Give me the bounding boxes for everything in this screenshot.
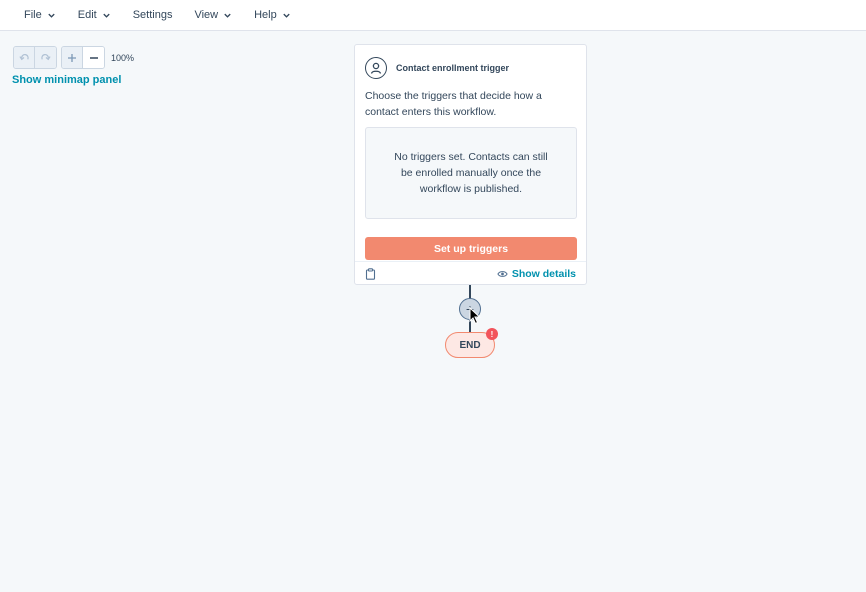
top-menu-bar: File Edit Settings View Help <box>0 0 866 31</box>
chevron-down-icon <box>103 13 110 18</box>
chevron-down-icon <box>224 13 231 18</box>
set-up-triggers-button[interactable]: Set up triggers <box>365 237 577 260</box>
redo-icon <box>41 53 51 61</box>
zoom-level: 100% <box>111 52 135 63</box>
undo-button[interactable] <box>14 47 35 68</box>
card-description: Choose the triggers that decide how a co… <box>365 90 542 118</box>
eye-icon <box>497 270 508 277</box>
no-triggers-text: No triggers set. Contacts can still be e… <box>394 151 548 195</box>
no-triggers-message: No triggers set. Contacts can still be e… <box>365 127 577 219</box>
menu-file-label: File <box>24 9 42 21</box>
zoom-buttons <box>61 46 105 69</box>
show-details-button[interactable]: Show details <box>497 268 576 280</box>
menu-help-label: Help <box>254 9 277 21</box>
card-header: Contact enrollment trigger <box>365 57 509 79</box>
end-node-label: END <box>459 339 481 351</box>
chevron-down-icon <box>283 13 290 18</box>
undo-icon <box>18 53 29 61</box>
show-minimap-link[interactable]: Show minimap panel <box>12 74 121 86</box>
redo-button[interactable] <box>35 47 56 68</box>
canvas-controls: 100% <box>13 46 134 69</box>
menu-help[interactable]: Help <box>254 9 291 21</box>
contact-icon <box>365 57 387 79</box>
menu-edit[interactable]: Edit <box>78 9 111 21</box>
zoom-in-button[interactable] <box>62 47 83 68</box>
alert-badge-symbol: ! <box>490 329 494 339</box>
zoom-out-button[interactable] <box>83 47 104 68</box>
card-title: Contact enrollment trigger <box>396 63 510 73</box>
menu-view-label: View <box>194 9 219 21</box>
card-footer: Show details <box>355 261 586 285</box>
chevron-down-icon <box>48 13 55 18</box>
minus-icon <box>89 56 98 59</box>
show-details-label: Show details <box>511 267 576 280</box>
enrollment-trigger-card[interactable]: Contact enrollment trigger Choose the tr… <box>354 44 587 285</box>
alert-badge: ! <box>486 328 498 340</box>
menu-edit-label: Edit <box>77 9 97 21</box>
menu-file[interactable]: File <box>24 9 56 21</box>
clipboard-icon[interactable] <box>365 267 376 280</box>
menu-view[interactable]: View <box>194 9 232 21</box>
mouse-pointer-icon <box>469 307 481 325</box>
menu-settings-label: Settings <box>132 9 173 21</box>
history-controls <box>13 46 57 69</box>
menu-settings[interactable]: Settings <box>133 9 173 21</box>
plus-icon <box>68 53 76 62</box>
